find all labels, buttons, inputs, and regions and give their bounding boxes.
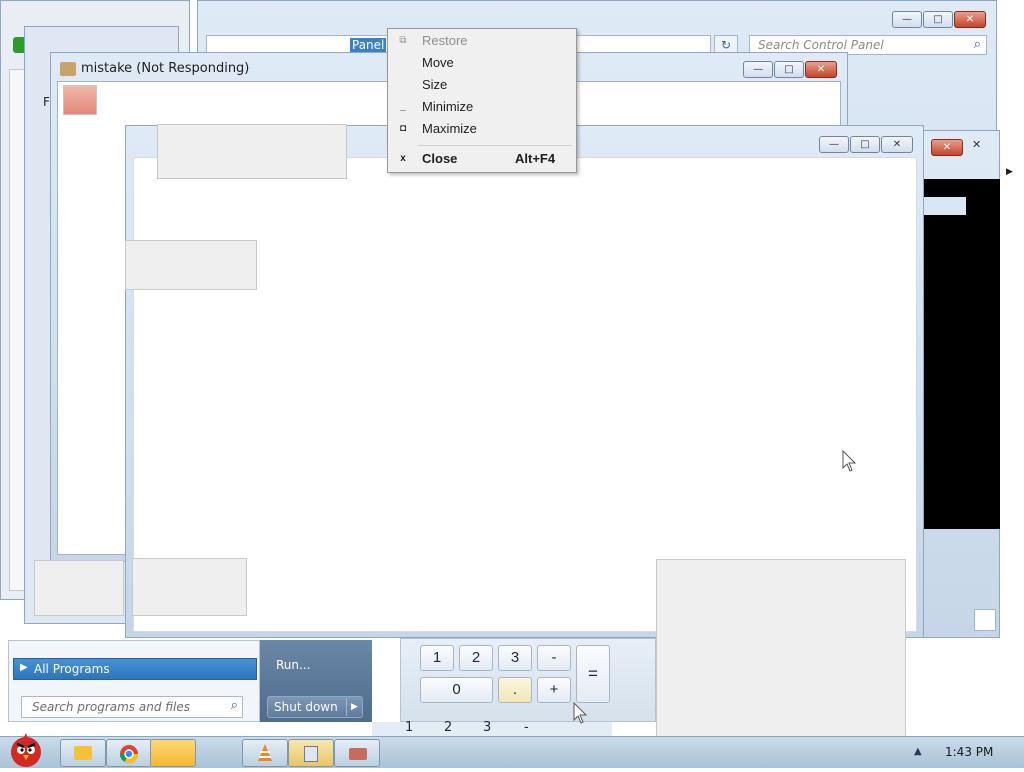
close-button[interactable]: ✕ xyxy=(805,61,837,78)
calc-key-3[interactable]: 3 xyxy=(498,645,532,671)
arrow-right-icon: ▶ xyxy=(20,662,28,673)
calc-key-plus[interactable]: + xyxy=(537,677,571,703)
shutdown-label: Shut down xyxy=(274,700,338,714)
taskbar-chrome-button[interactable] xyxy=(106,739,152,767)
close-button[interactable]: ✕ xyxy=(954,11,986,28)
angry-bird-icon xyxy=(11,733,41,767)
gray-panel-middle xyxy=(125,240,257,290)
mouse-cursor-icon-2 xyxy=(573,702,588,724)
window-title: mistake (Not Responding) xyxy=(81,61,250,76)
calc-key-0[interactable]: 0 xyxy=(420,677,493,703)
right-window-dark-area xyxy=(924,179,1000,529)
close-button-right[interactable]: ✕ xyxy=(931,139,963,156)
calc-key-equals[interactable]: = xyxy=(576,645,610,703)
show-hidden-icons-icon[interactable]: ▲ xyxy=(914,746,922,757)
system-context-menu: ⧉ Restore Move Size _ Minimize ◘ Maximiz… xyxy=(387,28,577,173)
calc-key-2[interactable]: 2 xyxy=(459,645,493,671)
left-label-f2: F xyxy=(43,95,50,109)
folder-icon xyxy=(74,746,92,760)
address-text: Panel xyxy=(350,38,387,52)
menu-item-move[interactable]: Move xyxy=(388,52,576,74)
menu-item-restore[interactable]: ⧉ Restore xyxy=(388,30,576,52)
close-icon-right[interactable]: ✕ xyxy=(972,138,981,151)
minimize-button[interactable]: — xyxy=(892,11,922,28)
mouse-cursor-icon xyxy=(842,450,857,472)
minimize-icon: _ xyxy=(400,101,406,112)
app-icon xyxy=(349,748,367,760)
logo-thumbnail xyxy=(63,85,97,115)
menu-separator xyxy=(418,145,572,146)
menu-item-close[interactable]: x Close Alt+F4 xyxy=(388,148,576,170)
clock[interactable]: 1:43 PM xyxy=(945,745,993,759)
calc-back-key-2[interactable]: 2 xyxy=(444,720,452,735)
menu-item-maximize[interactable]: ◘ Maximize xyxy=(388,118,576,140)
search-programs-input[interactable]: Search programs and files ⌕ xyxy=(21,696,243,718)
close-icon: x xyxy=(400,153,406,164)
start-menu-right-pane: Run... Shut down ▶ xyxy=(260,640,372,722)
mistake-window-controls: — □ ✕ xyxy=(742,61,837,78)
chrome-icon xyxy=(120,745,138,764)
minimize-button[interactable]: — xyxy=(743,61,773,78)
gray-panel-top xyxy=(157,124,347,179)
taskbar-folder-button[interactable] xyxy=(60,739,106,767)
maximize-icon: ◘ xyxy=(399,123,407,134)
vlc-icon xyxy=(258,744,272,761)
maximize-button[interactable]: □ xyxy=(923,11,953,28)
calc-back-key-3[interactable]: 3 xyxy=(483,720,491,735)
foreground-window-controls: — □ ✕ xyxy=(818,136,913,153)
menu-item-minimize[interactable]: _ Minimize xyxy=(388,96,576,118)
search-icon: ⌕ xyxy=(230,698,238,713)
maximize-button[interactable]: □ xyxy=(774,61,804,78)
calc-back-key-1[interactable]: 1 xyxy=(405,720,413,735)
search-icon: ⌕ xyxy=(973,37,981,52)
calc-key-decimal[interactable]: . xyxy=(498,677,532,703)
shutdown-arrow-icon[interactable]: ▶ xyxy=(346,698,362,716)
shutdown-button[interactable]: Shut down ▶ xyxy=(267,696,363,718)
calc-key-minus[interactable]: - xyxy=(537,645,571,671)
start-menu: ▶ All Programs Search programs and files… xyxy=(8,640,260,722)
menu-item-size[interactable]: Size xyxy=(388,74,576,96)
start-button-icon[interactable] xyxy=(2,731,50,769)
calc-back-key-minus[interactable]: - xyxy=(524,720,529,735)
app-icon xyxy=(60,62,76,76)
taskbar-calculator-button[interactable] xyxy=(288,739,334,767)
taskbar-vlc-button[interactable] xyxy=(242,739,288,767)
all-programs-button[interactable]: ▶ All Programs xyxy=(13,658,257,680)
calculator-panel: 1 2 3 - = 0 . + xyxy=(400,638,656,722)
maximize-button[interactable]: □ xyxy=(850,136,880,153)
right-window-bar xyxy=(924,197,966,215)
close-accelerator: Alt+F4 xyxy=(515,151,556,166)
close-button[interactable]: ✕ xyxy=(881,136,913,153)
search-programs-placeholder: Search programs and files xyxy=(32,700,190,714)
taskbar-app-button[interactable] xyxy=(334,739,380,767)
gray-panel-bottom-left xyxy=(132,558,247,616)
calc-key-1[interactable]: 1 xyxy=(420,645,454,671)
taskbar-explorer-button[interactable] xyxy=(150,739,196,767)
right-arrow-icon-1[interactable]: ▶ xyxy=(1006,167,1013,177)
taskbar: ▲ 1:43 PM xyxy=(0,733,1024,768)
all-programs-label: All Programs xyxy=(34,662,110,676)
window-controls: — □ ✕ xyxy=(891,11,986,28)
search-placeholder: Search Control Panel xyxy=(758,38,884,52)
minimize-button[interactable]: — xyxy=(819,136,849,153)
restore-icon: ⧉ xyxy=(399,35,407,46)
run-item[interactable]: Run... xyxy=(276,658,310,672)
gray-panel-left-1 xyxy=(34,560,124,616)
calculator-icon xyxy=(304,746,318,762)
right-lower-box xyxy=(974,609,996,631)
